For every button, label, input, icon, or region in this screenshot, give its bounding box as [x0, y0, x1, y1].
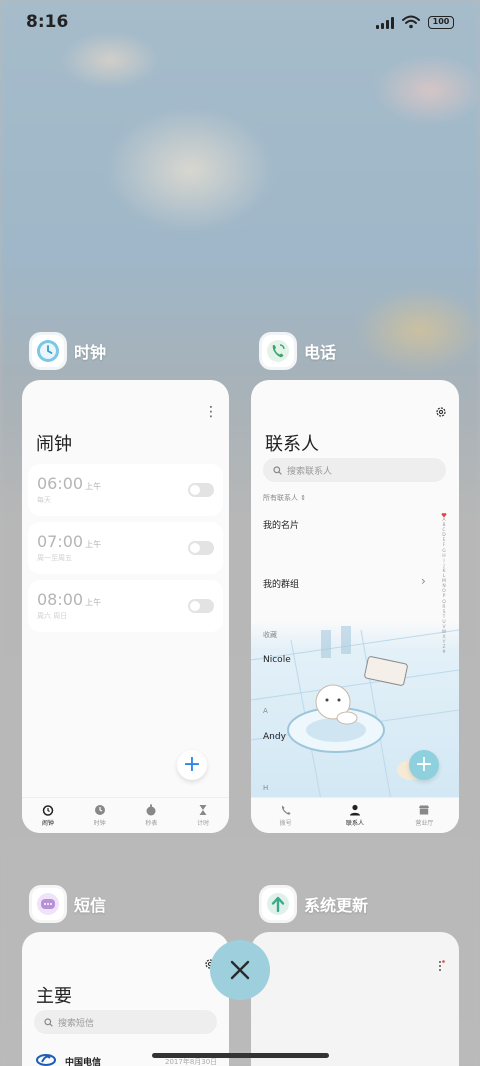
china-telecom-logo-icon [36, 1054, 56, 1066]
section-header-favorites: 收藏 [263, 631, 277, 639]
tab-alarm[interactable]: 闹钟 [22, 798, 74, 833]
status-time: 8:16 [26, 12, 69, 32]
alphabet-index[interactable]: ABC DEF GHI JKL MNO PQR STU VWX Y Z # [439, 512, 449, 656]
tab-clock[interactable]: 时钟 [74, 798, 126, 833]
phone-app-icon [262, 335, 294, 367]
alarm-time: 08:00 上午 [37, 590, 102, 609]
clock-app-icon [32, 335, 64, 367]
stopwatch-icon [145, 804, 157, 816]
status-bar: 8:16 100 [0, 0, 480, 44]
status-icons: 100 [376, 15, 454, 29]
alarm-time: 07:00 上午 [37, 532, 102, 551]
tab-stopwatch[interactable]: 秒表 [126, 798, 178, 833]
clock-app-title: 时钟 [74, 343, 107, 362]
messages-search-input[interactable]: 搜索短信 [34, 1010, 217, 1034]
phone-bottom-nav: 拨号 联系人 营业厅 [251, 797, 459, 833]
clock-app-card[interactable]: ⋮ 闹钟 06:00 上午 每天 07:00 上午 周一至周五 08:00 上午 周六… [22, 380, 229, 833]
phone-icon [280, 804, 292, 816]
alarm-repeat: 周六 周日 [37, 612, 68, 620]
alarm-repeat: 周一至周五 [37, 554, 72, 562]
store-icon [418, 804, 430, 816]
updater-app-icon [262, 888, 294, 920]
person-icon [349, 804, 361, 816]
clear-all-apps-button[interactable] [210, 940, 270, 1000]
updater-app-header[interactable]: 系统更新 [262, 888, 368, 920]
tab-dialer[interactable]: 拨号 [251, 798, 320, 833]
search-icon [44, 1017, 53, 1027]
tab-timer[interactable]: 计时 [177, 798, 229, 833]
alarm-item[interactable]: 07:00 上午 周一至周五 [28, 522, 223, 574]
alarm-toggle[interactable] [188, 483, 214, 497]
message-date: 2017年8月30日 [165, 1058, 218, 1066]
phone-app-title: 电话 [304, 343, 337, 362]
signal-icon [376, 16, 394, 29]
add-contact-button[interactable]: + [409, 750, 439, 780]
phone-app-header[interactable]: 电话 [262, 335, 336, 367]
messages-page-title: 主要 [36, 986, 72, 1007]
search-icon [273, 465, 282, 475]
add-alarm-button[interactable]: + [177, 750, 207, 780]
alarm-toggle[interactable] [188, 541, 214, 555]
chevron-right-icon: › [421, 574, 426, 588]
alarm-time: 06:00 上午 [37, 474, 102, 493]
contacts-page-title: 联系人 [265, 434, 319, 455]
contact-item[interactable]: Nicole [263, 655, 291, 665]
my-card-item[interactable]: 我的名片 [263, 518, 299, 531]
messages-app-card[interactable]: 主要 搜索短信 中国电信 2017年8月30日 [22, 932, 229, 1066]
close-icon [230, 960, 250, 980]
updater-app-title: 系统更新 [304, 896, 369, 915]
contact-item[interactable]: Andy [263, 732, 286, 742]
tab-service-hall[interactable]: 营业厅 [390, 798, 459, 833]
alarm-item[interactable]: 06:00 上午 每天 [28, 464, 223, 516]
clock-bottom-nav: 闹钟 时钟 秒表 计时 [22, 797, 229, 833]
clock-icon [94, 804, 106, 816]
alarm-clock-icon [42, 804, 54, 816]
more-options-icon[interactable]: ⋮ [204, 405, 218, 419]
alarm-item[interactable]: 08:00 上午 周六 周日 [28, 580, 223, 632]
updater-app-card[interactable] [251, 932, 459, 1066]
my-groups-item[interactable]: 我的群组 [263, 577, 299, 590]
alarm-page-title: 闹钟 [36, 434, 72, 455]
messages-app-icon [32, 888, 64, 920]
phone-app-card[interactable]: 联系人 搜索联系人 所有联系人 ⇕ 我的名片 我的群组 › 收藏 Nicole … [251, 380, 459, 833]
tab-contacts[interactable]: 联系人 [320, 798, 389, 833]
more-options-icon[interactable] [437, 960, 445, 972]
alarm-toggle[interactable] [188, 599, 214, 613]
wifi-icon [402, 15, 420, 29]
message-sender[interactable]: 中国电信 [65, 1055, 101, 1066]
messages-app-title: 短信 [74, 896, 107, 915]
clock-app-header[interactable]: 时钟 [32, 335, 106, 367]
battery-icon: 100 [428, 15, 454, 29]
contacts-filter[interactable]: 所有联系人 ⇕ [263, 493, 306, 503]
hourglass-icon [197, 804, 209, 816]
alarm-repeat: 每天 [37, 496, 51, 504]
contacts-search-input[interactable]: 搜索联系人 [263, 458, 446, 482]
settings-gear-icon[interactable] [435, 406, 447, 418]
section-header-h: H [263, 784, 269, 792]
section-header-a: A [263, 707, 268, 715]
messages-app-header[interactable]: 短信 [32, 888, 106, 920]
home-indicator[interactable] [152, 1053, 329, 1058]
